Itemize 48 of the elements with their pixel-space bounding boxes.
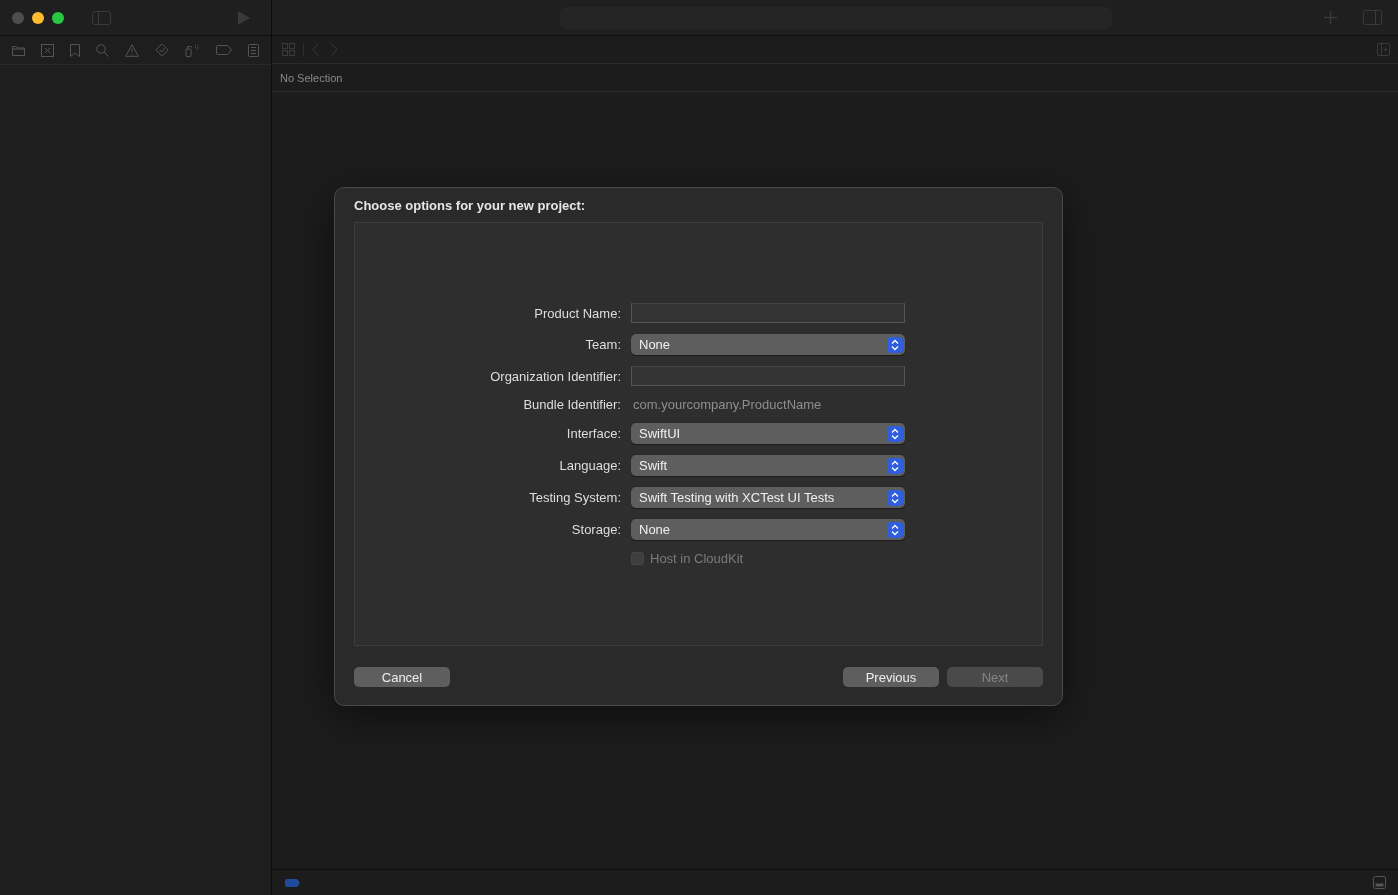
bundle-identifier-value: com.yourcompany.ProductName: [632, 397, 823, 412]
bookmark-icon[interactable]: [70, 43, 80, 57]
field-label: Storage:: [570, 522, 621, 537]
warning-icon[interactable]: [125, 43, 139, 57]
play-icon[interactable]: [237, 10, 251, 25]
tag-icon[interactable]: [216, 45, 232, 55]
popup-button[interactable]: Swift Testing with XCTest UI Tests: [631, 487, 905, 508]
popup-button[interactable]: Swift: [631, 455, 905, 476]
tag-icon[interactable]: [285, 878, 300, 887]
x-square-icon[interactable]: [41, 43, 54, 57]
grid-icon[interactable]: [282, 43, 295, 56]
field-label: Product Name:: [533, 305, 621, 321]
chevron-up-down-icon: [887, 489, 903, 506]
panel-toggle-icon[interactable]: [1373, 876, 1386, 889]
text-field[interactable]: [631, 366, 905, 386]
chevron-up-down-icon: [887, 457, 903, 474]
popup-button[interactable]: None: [631, 519, 905, 540]
field-label: Team:: [584, 337, 621, 352]
diamond-check-icon[interactable]: [155, 43, 169, 57]
text-field[interactable]: [631, 303, 905, 323]
checkbox-label: Host in CloudKit: [650, 551, 744, 566]
sidebar-toggle-icon[interactable]: [92, 10, 111, 25]
search-icon[interactable]: [96, 43, 109, 57]
dialog-button[interactable]: Previous: [843, 667, 939, 687]
plus-icon[interactable]: [1324, 11, 1337, 24]
forward-icon[interactable]: [331, 43, 338, 56]
dialog-title: Choose options for your new project:: [354, 198, 587, 215]
popup-button[interactable]: SwiftUI: [631, 423, 905, 444]
chevron-up-down-icon: [887, 336, 903, 353]
field-label: Bundle Identifier:: [522, 397, 621, 412]
folder-icon[interactable]: [12, 44, 25, 56]
back-icon[interactable]: [312, 43, 319, 56]
spray-bottle-icon[interactable]: [185, 43, 200, 57]
chevron-up-down-icon: [887, 425, 903, 442]
popup-button[interactable]: None: [631, 334, 905, 355]
zoom-window-button[interactable]: [52, 11, 64, 24]
close-window-button[interactable]: [12, 11, 24, 24]
breadcrumb: No Selection: [280, 71, 343, 84]
list-document-icon[interactable]: [248, 43, 259, 57]
field-label: Language:: [558, 458, 621, 473]
dialog-button[interactable]: Cancel: [354, 667, 450, 687]
field-label: Organization Identifier:: [489, 368, 621, 384]
inspector-toggle-icon[interactable]: [1363, 10, 1382, 25]
field-label: Testing System:: [528, 490, 621, 505]
add-editor-icon[interactable]: [1377, 43, 1390, 56]
field-label: Interface:: [565, 426, 621, 441]
minimize-window-button[interactable]: [32, 11, 44, 24]
chevron-up-down-icon: [887, 521, 903, 538]
